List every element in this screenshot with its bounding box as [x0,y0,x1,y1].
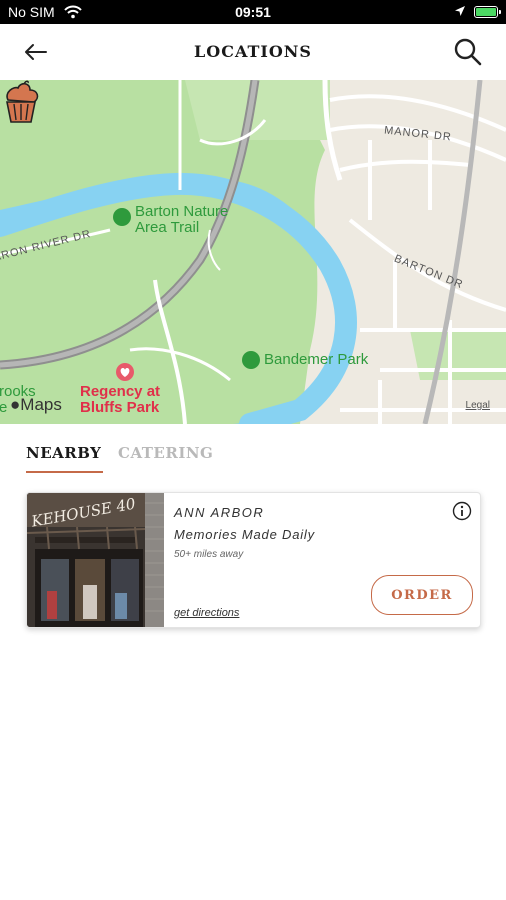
park-label-barton[interactable]: Barton Nature Area Trail [135,204,255,236]
order-button[interactable]: ORDER [371,575,473,615]
maps-attribution: ●Maps [10,395,62,414]
cupcake-icon[interactable] [0,80,42,126]
store-photo: KEHOUSE 40 [27,493,164,627]
tab-catering[interactable]: CATERING [118,444,213,462]
card-city: ANN ARBOR [174,505,265,520]
tab-nearby[interactable]: NEARBY [26,444,104,473]
arrow-left-icon[interactable] [20,36,52,68]
card-distance: 50+ miles away [174,549,244,560]
poi-label-regency[interactable]: Regency at Bluffs Park [80,384,180,416]
map-view[interactable]: Barton Nature Area Trail Bandemer Park M… [0,80,506,424]
status-time: 09:51 [235,4,271,20]
page-title: LOCATIONS [194,42,312,61]
get-directions-link[interactable]: get directions [174,607,239,619]
location-card[interactable]: KEHOUSE 40 ANN ARBOR Memories Made Daily… [26,492,481,628]
apple-logo-icon: ● [10,395,21,414]
battery-charging-icon [474,6,501,18]
park-label-bandemer[interactable]: Bandemer Park [264,352,368,368]
search-icon[interactable] [452,36,484,68]
location-arrow-icon [455,6,465,16]
legal-link[interactable]: Legal [466,400,490,411]
app-header: LOCATIONS [0,24,506,80]
park-pin-icon [242,351,260,369]
heart-pin-icon [116,363,134,381]
info-icon[interactable] [452,501,472,521]
card-tagline: Memories Made Daily [174,527,315,542]
park-pin-icon [113,208,131,226]
status-bar: No SIM 09:51 [0,0,506,24]
